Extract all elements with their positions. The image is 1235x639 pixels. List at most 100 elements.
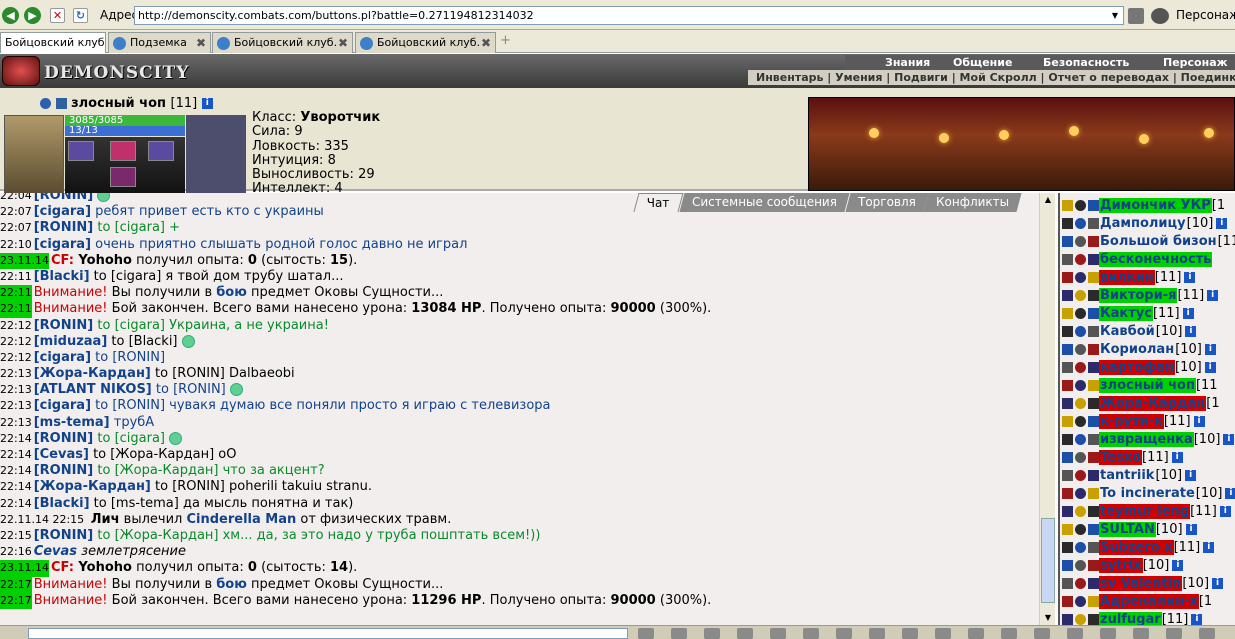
info-icon[interactable]: i — [1204, 362, 1216, 373]
private-message-icon[interactable] — [1062, 200, 1073, 211]
toolbar-button-icon[interactable] — [968, 628, 984, 639]
equip-slot[interactable] — [148, 141, 174, 161]
user-row[interactable]: Кориолан[10] i — [1060, 341, 1235, 358]
tab-fight-club-3[interactable]: Бойцовский клуб. ✖ — [355, 32, 496, 53]
toolbar-button-icon[interactable] — [869, 628, 885, 639]
nick-link[interactable]: [cigara] — [34, 350, 91, 365]
user-name[interactable]: Tesxo — [1099, 450, 1143, 465]
private-message-icon[interactable] — [1062, 416, 1073, 427]
user-row[interactable]: To incinerate[10] i — [1060, 485, 1235, 502]
user-row[interactable]: картофан[10] i — [1060, 359, 1235, 376]
nick-link[interactable]: [cigara] — [34, 398, 91, 413]
nick-link[interactable]: [cigara] — [34, 237, 91, 252]
private-message-icon[interactable] — [1062, 506, 1073, 517]
scroll-thumb[interactable] — [1041, 518, 1055, 603]
private-message-icon[interactable] — [1062, 326, 1073, 337]
user-row[interactable]: sytrix[10] i — [1060, 557, 1235, 574]
user-name[interactable]: To incinerate — [1099, 486, 1196, 501]
user-name[interactable]: SULTAN — [1099, 522, 1156, 537]
equip-slot[interactable] — [68, 141, 94, 161]
private-message-icon[interactable] — [1062, 272, 1073, 283]
user-row[interactable]: Адреналин-х[1 — [1060, 593, 1235, 610]
close-tab-icon[interactable]: ✖ — [338, 33, 348, 53]
info-icon[interactable]: i — [1184, 272, 1196, 283]
user-row[interactable]: к-рути-к[11] i — [1060, 413, 1235, 430]
forward-button[interactable]: ▶ — [24, 7, 41, 24]
user-name[interactable]: к-рути-к — [1099, 414, 1164, 429]
info-icon[interactable]: i — [1185, 470, 1197, 481]
menu-communication[interactable]: Общение — [953, 56, 1012, 69]
toolbar-button-icon[interactable] — [671, 628, 687, 639]
ring-slots[interactable] — [186, 115, 246, 195]
chat-tab-system[interactable]: Системные сообщения — [679, 193, 850, 212]
toolbar-button-icon[interactable] — [770, 628, 786, 639]
private-message-icon[interactable] — [1062, 452, 1073, 463]
user-name[interactable]: вилкин — [1099, 270, 1155, 285]
toolbar-button-icon[interactable] — [1067, 628, 1083, 639]
user-name[interactable]: Subzero x — [1099, 540, 1174, 555]
nick-link[interactable]: Cinderella Man — [186, 512, 296, 527]
user-row[interactable]: teymur leng[11] i — [1060, 503, 1235, 520]
user-name[interactable]: бесконечность — [1099, 252, 1213, 267]
user-row[interactable]: Жора-Кардан[1 — [1060, 395, 1235, 412]
private-message-icon[interactable] — [1062, 542, 1073, 553]
private-message-icon[interactable] — [1062, 344, 1073, 355]
user-name[interactable]: tantriik — [1099, 468, 1155, 483]
nick-link[interactable]: [Cevas] — [34, 447, 89, 462]
private-message-icon[interactable] — [1062, 434, 1073, 445]
back-button[interactable]: ◀ — [2, 7, 19, 24]
nick-link[interactable]: Cevas — [34, 544, 77, 559]
toolbar-button-icon[interactable] — [1001, 628, 1017, 639]
user-name[interactable]: sytrix — [1099, 558, 1143, 573]
nick-link[interactable]: [RONIN] — [34, 193, 94, 203]
toolbar-button-icon[interactable] — [836, 628, 852, 639]
private-message-icon[interactable] — [1062, 470, 1073, 481]
stop-button[interactable]: ✕ — [50, 8, 65, 23]
nick-link[interactable]: [Blacki] — [34, 496, 90, 511]
toolbar-button-icon[interactable] — [1034, 628, 1050, 639]
nick-link[interactable]: [miduzaa] — [34, 334, 108, 349]
user-row[interactable]: извращенка[10] i — [1060, 431, 1235, 448]
sub-menu[interactable]: Инвентарь | Умения | Подвиги | Мой Скрол… — [748, 70, 1235, 85]
info-icon[interactable]: i — [1203, 542, 1215, 553]
private-message-icon[interactable] — [1062, 308, 1073, 319]
user-name[interactable]: Адреналин-х — [1099, 594, 1199, 609]
user-name[interactable]: sv Valentin — [1099, 576, 1183, 591]
toolbar-button-icon[interactable] — [935, 628, 951, 639]
user-row[interactable]: tantriik[10] i — [1060, 467, 1235, 484]
info-icon[interactable]: i — [1172, 560, 1184, 571]
tab-podzemka[interactable]: Подземка ✖ — [108, 32, 211, 53]
toolbar-button-icon[interactable] — [1133, 628, 1149, 639]
toolbar-button-icon[interactable] — [737, 628, 753, 639]
private-message-icon[interactable] — [1062, 398, 1073, 409]
user-name[interactable]: Жора-Кардан — [1099, 396, 1207, 411]
tab-fight-club-2[interactable]: Бойцовский клуб. ✖ — [212, 32, 353, 53]
character-portrait[interactable] — [4, 115, 64, 195]
url-input[interactable]: http://demonscity.combats.com/buttons.pl… — [134, 6, 1124, 25]
nick-link[interactable]: бою — [216, 285, 247, 300]
equip-slot[interactable] — [110, 167, 136, 187]
user-name[interactable]: Димончик УКР — [1099, 198, 1212, 213]
nick-link[interactable]: [ms-tema] — [34, 415, 110, 430]
scroll-down-icon[interactable]: ▼ — [1040, 611, 1056, 625]
nick-link[interactable]: [Жора-Кардан] — [34, 479, 151, 494]
nick-link[interactable]: [RONIN] — [34, 431, 94, 446]
info-icon[interactable]: i — [1185, 326, 1197, 337]
info-icon[interactable]: i — [1223, 434, 1235, 445]
toolbar-button-icon[interactable] — [1100, 628, 1116, 639]
toolbar-button-icon[interactable] — [803, 628, 819, 639]
user-row[interactable]: Кавбой[10] i — [1060, 323, 1235, 340]
chat-scrollbar[interactable]: ▲ ▼ — [1039, 193, 1055, 625]
chat-tab-conflicts[interactable]: Конфликты — [923, 193, 1023, 212]
toolbar-button-icon[interactable] — [1166, 628, 1182, 639]
info-icon[interactable]: i — [1204, 344, 1216, 355]
extension-icon[interactable] — [1151, 8, 1169, 24]
info-icon[interactable]: i — [1171, 452, 1183, 463]
tab-fight-club[interactable]: Бойцовский клуб — [0, 32, 106, 53]
user-row[interactable]: Subzero x[11] i — [1060, 539, 1235, 556]
nick-link[interactable]: [RONIN] — [34, 463, 94, 478]
new-tab-button[interactable]: + — [500, 33, 511, 48]
nick-link[interactable]: бою — [216, 577, 247, 592]
private-message-icon[interactable] — [1062, 596, 1073, 607]
equip-slot[interactable] — [110, 141, 136, 161]
